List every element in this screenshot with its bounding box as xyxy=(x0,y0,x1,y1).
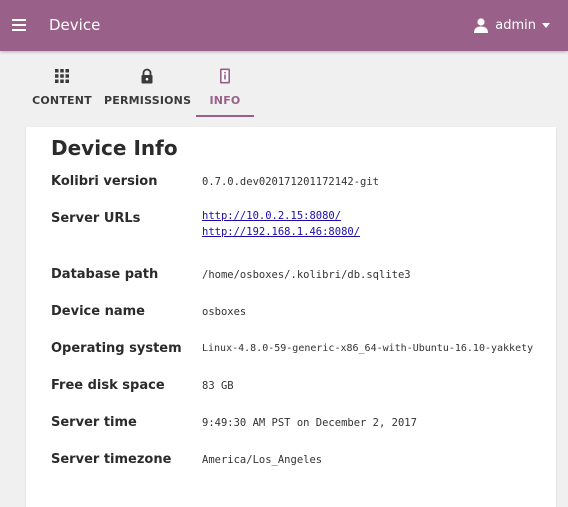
device-name-label: Device name xyxy=(51,304,145,319)
hamburger-menu-icon[interactable] xyxy=(10,16,28,34)
section-heading: Device Info xyxy=(51,136,178,160)
device-info-card: Device Info Kolibri version 0.7.0.dev020… xyxy=(26,127,556,507)
server-url-link[interactable]: http://192.168.1.46:8080/ xyxy=(202,224,360,240)
device-info-icon xyxy=(220,68,230,84)
tab-label: PERMISSIONS xyxy=(104,94,192,107)
page-title: Device xyxy=(49,16,101,34)
tab-label: CONTENT xyxy=(32,94,92,107)
tab-bar: CONTENT PERMISSIONS INFO xyxy=(0,51,568,117)
database-path-label: Database path xyxy=(51,267,159,282)
person-icon xyxy=(474,18,489,33)
tab-content[interactable]: CONTENT xyxy=(28,51,96,117)
free-disk-space-label: Free disk space xyxy=(51,378,165,393)
tab-label: INFO xyxy=(209,94,241,107)
chevron-down-icon xyxy=(542,22,550,28)
tab-permissions[interactable]: PERMISSIONS xyxy=(104,51,192,117)
server-time-label: Server time xyxy=(51,415,137,430)
free-disk-space-value: 83 GB xyxy=(202,380,234,392)
app-bar: Device admin xyxy=(0,0,568,51)
user-menu-button[interactable]: admin xyxy=(473,14,550,36)
tab-info[interactable]: INFO xyxy=(196,51,254,117)
grid-icon xyxy=(55,69,69,83)
server-url-link[interactable]: http://10.0.2.15:8080/ xyxy=(202,208,360,224)
database-path-value: /home/osboxes/.kolibri/db.sqlite3 xyxy=(202,269,411,281)
server-urls-value: http://10.0.2.15:8080/ http://192.168.1.… xyxy=(202,208,360,240)
lock-icon xyxy=(141,68,153,84)
server-timezone-value: America/Los_Angeles xyxy=(202,454,323,466)
kolibri-version-label: Kolibri version xyxy=(51,174,158,189)
username-label: admin xyxy=(495,17,536,33)
operating-system-label: Operating system xyxy=(51,341,182,356)
kolibri-version-value: 0.7.0.dev020171201172142-git xyxy=(202,176,380,188)
device-name-value: osboxes xyxy=(202,306,247,318)
server-urls-label: Server URLs xyxy=(51,211,141,226)
server-timezone-label: Server timezone xyxy=(51,452,172,467)
operating-system-value: Linux-4.8.0-59-generic-x86_64-with-Ubunt… xyxy=(202,343,534,354)
server-time-value: 9:49:30 AM PST on December 2, 2017 xyxy=(202,417,417,429)
